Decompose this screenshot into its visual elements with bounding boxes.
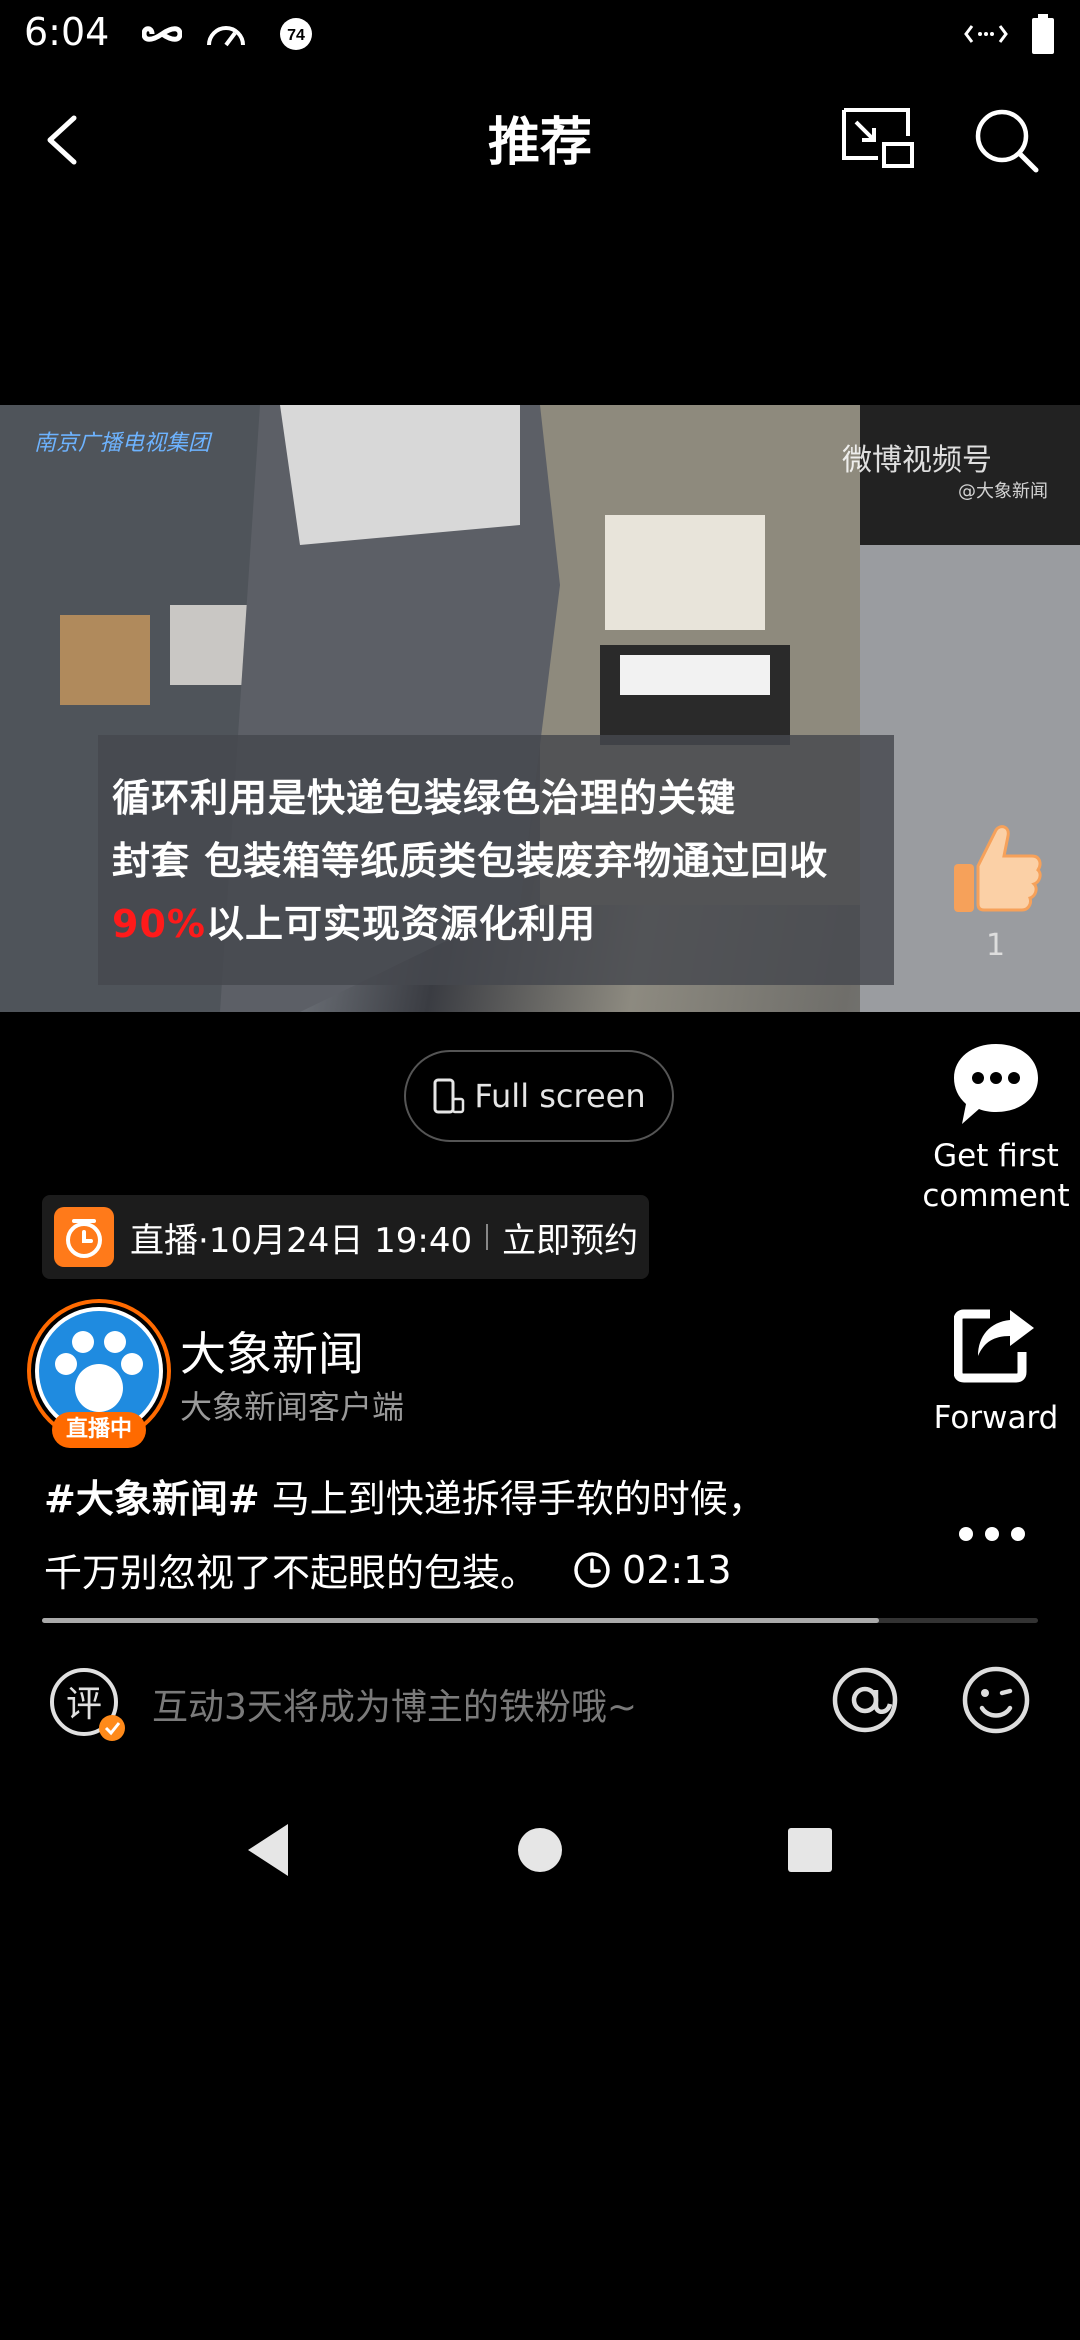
hashtag-link[interactable]: #大象新闻# bbox=[44, 1477, 260, 1521]
nav-recents-icon bbox=[788, 1828, 832, 1872]
comment-bubble-icon bbox=[954, 1044, 1038, 1124]
smiley-icon bbox=[962, 1666, 1030, 1734]
video-duration: 02:13 bbox=[622, 1547, 732, 1592]
nav-home-icon bbox=[518, 1828, 562, 1872]
caption-line-1: 循环利用是快递包装绿色治理的关键 bbox=[112, 776, 737, 820]
like-button[interactable] bbox=[948, 820, 1044, 920]
page-title: 推荐 bbox=[487, 113, 592, 173]
mention-button[interactable] bbox=[830, 1664, 900, 1736]
rotate-phone-icon bbox=[433, 1078, 465, 1114]
search-icon bbox=[975, 109, 1039, 173]
speedometer-icon bbox=[204, 14, 248, 54]
caption-highlight: 90% bbox=[112, 902, 206, 946]
status-time: 6:04 bbox=[24, 10, 110, 54]
watermark-weibo-sub: @大象新闻 bbox=[958, 481, 1048, 502]
nav-home-button[interactable] bbox=[508, 1818, 572, 1882]
post-text-line-2: 千万别忽视了不起眼的包装。 02:13 bbox=[44, 1542, 944, 1597]
author-name[interactable]: 大象新闻 bbox=[180, 1318, 364, 1384]
nav-back-button[interactable] bbox=[238, 1818, 302, 1882]
search-button[interactable] bbox=[966, 100, 1046, 180]
video-player[interactable]: 南京广播电视集团 微博视频号 @大象新闻 循环利用是快递包装绿色治理的关键 封套… bbox=[0, 405, 1080, 1012]
comment-button[interactable]: Get first comment bbox=[896, 1040, 1080, 1230]
badge-number: 74 bbox=[287, 27, 305, 44]
emoji-button[interactable] bbox=[960, 1664, 1032, 1736]
picture-in-picture-icon bbox=[842, 108, 914, 168]
caption-line-3: 90%以上可实现资源化利用 bbox=[112, 893, 596, 948]
alarm-clock-icon bbox=[54, 1207, 114, 1267]
post-text-line-1: #大象新闻# 马上到快递拆得手软的时候， bbox=[44, 1468, 944, 1523]
share-icon bbox=[954, 1309, 1034, 1383]
at-sign-icon bbox=[832, 1667, 898, 1733]
more-dots-icon bbox=[959, 1527, 1025, 1541]
thumbs-up-icon bbox=[954, 825, 1042, 912]
pip-button[interactable] bbox=[838, 100, 918, 180]
forward-label: Forward bbox=[933, 1400, 1059, 1436]
comment-label-1: Get first bbox=[933, 1138, 1059, 1174]
video-progress-fill bbox=[42, 1618, 879, 1623]
nav-back-icon bbox=[248, 1824, 288, 1876]
watermark-weibo: 微博视频号 bbox=[842, 443, 992, 478]
caption-line-3-rest: 以上可实现资源化利用 bbox=[205, 902, 596, 946]
watermark-left: 南京广播电视集团 bbox=[34, 431, 211, 456]
post-text-2: 千万别忽视了不起眼的包装。 bbox=[44, 1551, 539, 1595]
reserve-now-link[interactable]: 立即预约 bbox=[502, 1213, 638, 1262]
author-subtitle: 大象新闻客户端 bbox=[180, 1388, 405, 1426]
live-divider bbox=[486, 1224, 489, 1250]
infinity-icon bbox=[140, 14, 184, 54]
clock-icon bbox=[574, 1551, 610, 1588]
full-screen-label: Full screen bbox=[474, 1077, 646, 1115]
more-button[interactable] bbox=[952, 1512, 1032, 1556]
live-schedule-text: 直播·10月24日 19:40 bbox=[130, 1220, 473, 1261]
caption-line-2: 封套 包装箱等纸质类包装废弃物通过回收 bbox=[112, 839, 829, 883]
comment-badge-char: 评 bbox=[66, 1684, 102, 1725]
comment-input[interactable] bbox=[150, 1676, 794, 1738]
battery-icon bbox=[1028, 14, 1058, 54]
comment-label-2: comment bbox=[922, 1178, 1070, 1214]
nav-recents-button[interactable] bbox=[778, 1818, 842, 1882]
live-now-badge: 直播中 bbox=[52, 1412, 146, 1448]
comment-badge-icon: 评 bbox=[50, 1668, 125, 1741]
data-sync-icon bbox=[962, 14, 1010, 54]
comment-badge-button[interactable]: 评 bbox=[46, 1664, 130, 1748]
full-screen-button[interactable]: Full screen bbox=[404, 1050, 674, 1142]
post-text-1: 马上到快递拆得手软的时候， bbox=[259, 1477, 766, 1521]
notification-74-icon: 74 bbox=[276, 14, 316, 54]
live-reservation-banner[interactable]: 直播·10月24日 19:40 立即预约 bbox=[42, 1195, 649, 1279]
status-bar: 6:04 74 bbox=[0, 0, 1080, 72]
like-count: 1 bbox=[986, 928, 1006, 963]
forward-button[interactable]: Forward bbox=[896, 1306, 1080, 1456]
